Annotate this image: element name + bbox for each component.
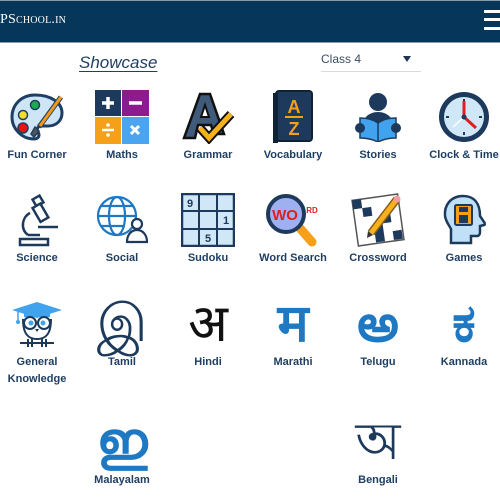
tile-telugu[interactable]: అ Telugu <box>338 296 418 371</box>
dropdown-arrow-icon <box>403 56 411 62</box>
tile-label: General <box>16 356 58 368</box>
magnifier-text-small: RD <box>306 206 318 215</box>
tile-fun-corner[interactable]: Fun Corner <box>0 89 77 164</box>
bengali-letter-icon: অ <box>355 413 401 471</box>
owl-graduate-icon <box>7 296 67 352</box>
tile-grammar[interactable]: Grammar <box>168 89 248 164</box>
top-header: PSchool.in <box>0 0 500 43</box>
dictionary-book-icon: AZ <box>263 89 323 145</box>
kannada-letter-icon: ಕ <box>452 295 476 353</box>
tile-label: Grammar <box>183 149 233 161</box>
site-logo[interactable]: PSchool.in <box>0 12 66 28</box>
tile-label: Word Search <box>259 252 327 264</box>
tile-vocabulary[interactable]: AZ Vocabulary <box>253 89 333 164</box>
clock-icon <box>434 89 494 145</box>
tile-label-line2: Knowledge <box>7 373 67 385</box>
math-operators-icon <box>92 89 152 145</box>
tile-label: Tamil <box>108 356 136 368</box>
tile-label: Telugu <box>360 356 396 368</box>
tile-label: Malayalam <box>94 474 150 486</box>
letter-a-check-icon <box>178 89 238 145</box>
tile-label: Clock & Time <box>429 149 499 161</box>
tile-label: Vocabulary <box>263 149 323 161</box>
telugu-letter-icon: అ <box>357 295 399 353</box>
tile-hindi[interactable]: अ Hindi <box>168 296 248 371</box>
hamburger-icon <box>484 10 500 13</box>
tile-label: Stories <box>359 149 397 161</box>
tile-stories[interactable]: Stories <box>338 89 418 164</box>
tile-crossword[interactable]: Crossword <box>338 192 418 267</box>
tamil-letter-icon: இ <box>96 295 148 353</box>
hamburger-bar <box>484 27 500 30</box>
tile-social[interactable]: Social <box>82 192 162 267</box>
svg-text:Z: Z <box>289 119 300 139</box>
tile-science[interactable]: Science <box>0 192 77 267</box>
tile-clock-time[interactable]: Clock & Time <box>424 89 500 164</box>
tile-kannada[interactable]: ಕ Kannada <box>424 296 500 371</box>
tile-label: Sudoku <box>187 252 229 264</box>
showcase-link[interactable]: Showcase <box>79 53 157 73</box>
tile-word-search[interactable]: WO RD Word Search <box>253 192 333 267</box>
tile-malayalam[interactable]: ഇ Malayalam <box>82 414 162 489</box>
microscope-icon <box>7 192 67 248</box>
tile-bengali[interactable]: অ Bengali <box>338 414 418 489</box>
tile-label: Maths <box>106 149 138 161</box>
sudoku-digit: 1 <box>223 215 229 227</box>
tile-tamil[interactable]: இ Tamil <box>82 296 162 371</box>
class-select-value: Class 4 <box>321 52 362 66</box>
reading-person-icon <box>348 89 408 145</box>
magnifier-text: WO <box>272 207 298 224</box>
class-select[interactable]: Class 4 <box>321 52 421 72</box>
hamburger-menu-button[interactable] <box>484 7 500 35</box>
palette-icon <box>7 89 67 145</box>
sudoku-digit: 9 <box>187 198 193 210</box>
tile-label: Games <box>445 252 483 264</box>
tile-marathi[interactable]: म Marathi <box>253 296 333 371</box>
magnifier-word-icon: WO RD <box>263 192 323 248</box>
tile-label: Crossword <box>349 252 407 264</box>
tile-label: Bengali <box>358 474 398 486</box>
tile-label: Hindi <box>194 356 222 368</box>
tile-label: Marathi <box>273 356 313 368</box>
hamburger-bar <box>484 18 500 21</box>
tile-label: Kannada <box>440 356 488 368</box>
sudoku-grid-icon: 9 15 <box>178 192 238 248</box>
svg-text:A: A <box>288 97 301 117</box>
tile-label: Fun Corner <box>7 149 67 161</box>
tile-label: Social <box>105 252 139 264</box>
globe-person-icon <box>92 192 152 248</box>
head-game-icon <box>434 192 494 248</box>
crossword-pencil-icon <box>348 192 408 248</box>
tile-general-knowledge[interactable]: General Knowledge <box>0 296 77 388</box>
tile-maths[interactable]: Maths <box>82 89 162 164</box>
hindi-letter-icon: अ <box>188 295 228 353</box>
tile-label: Science <box>16 252 58 264</box>
tile-sudoku[interactable]: 9 15 Sudoku <box>168 192 248 267</box>
marathi-letter-icon: म <box>277 295 309 353</box>
malayalam-letter-icon: ഇ <box>96 413 148 471</box>
tile-games[interactable]: Games <box>424 192 500 267</box>
sudoku-digit: 5 <box>205 233 211 245</box>
